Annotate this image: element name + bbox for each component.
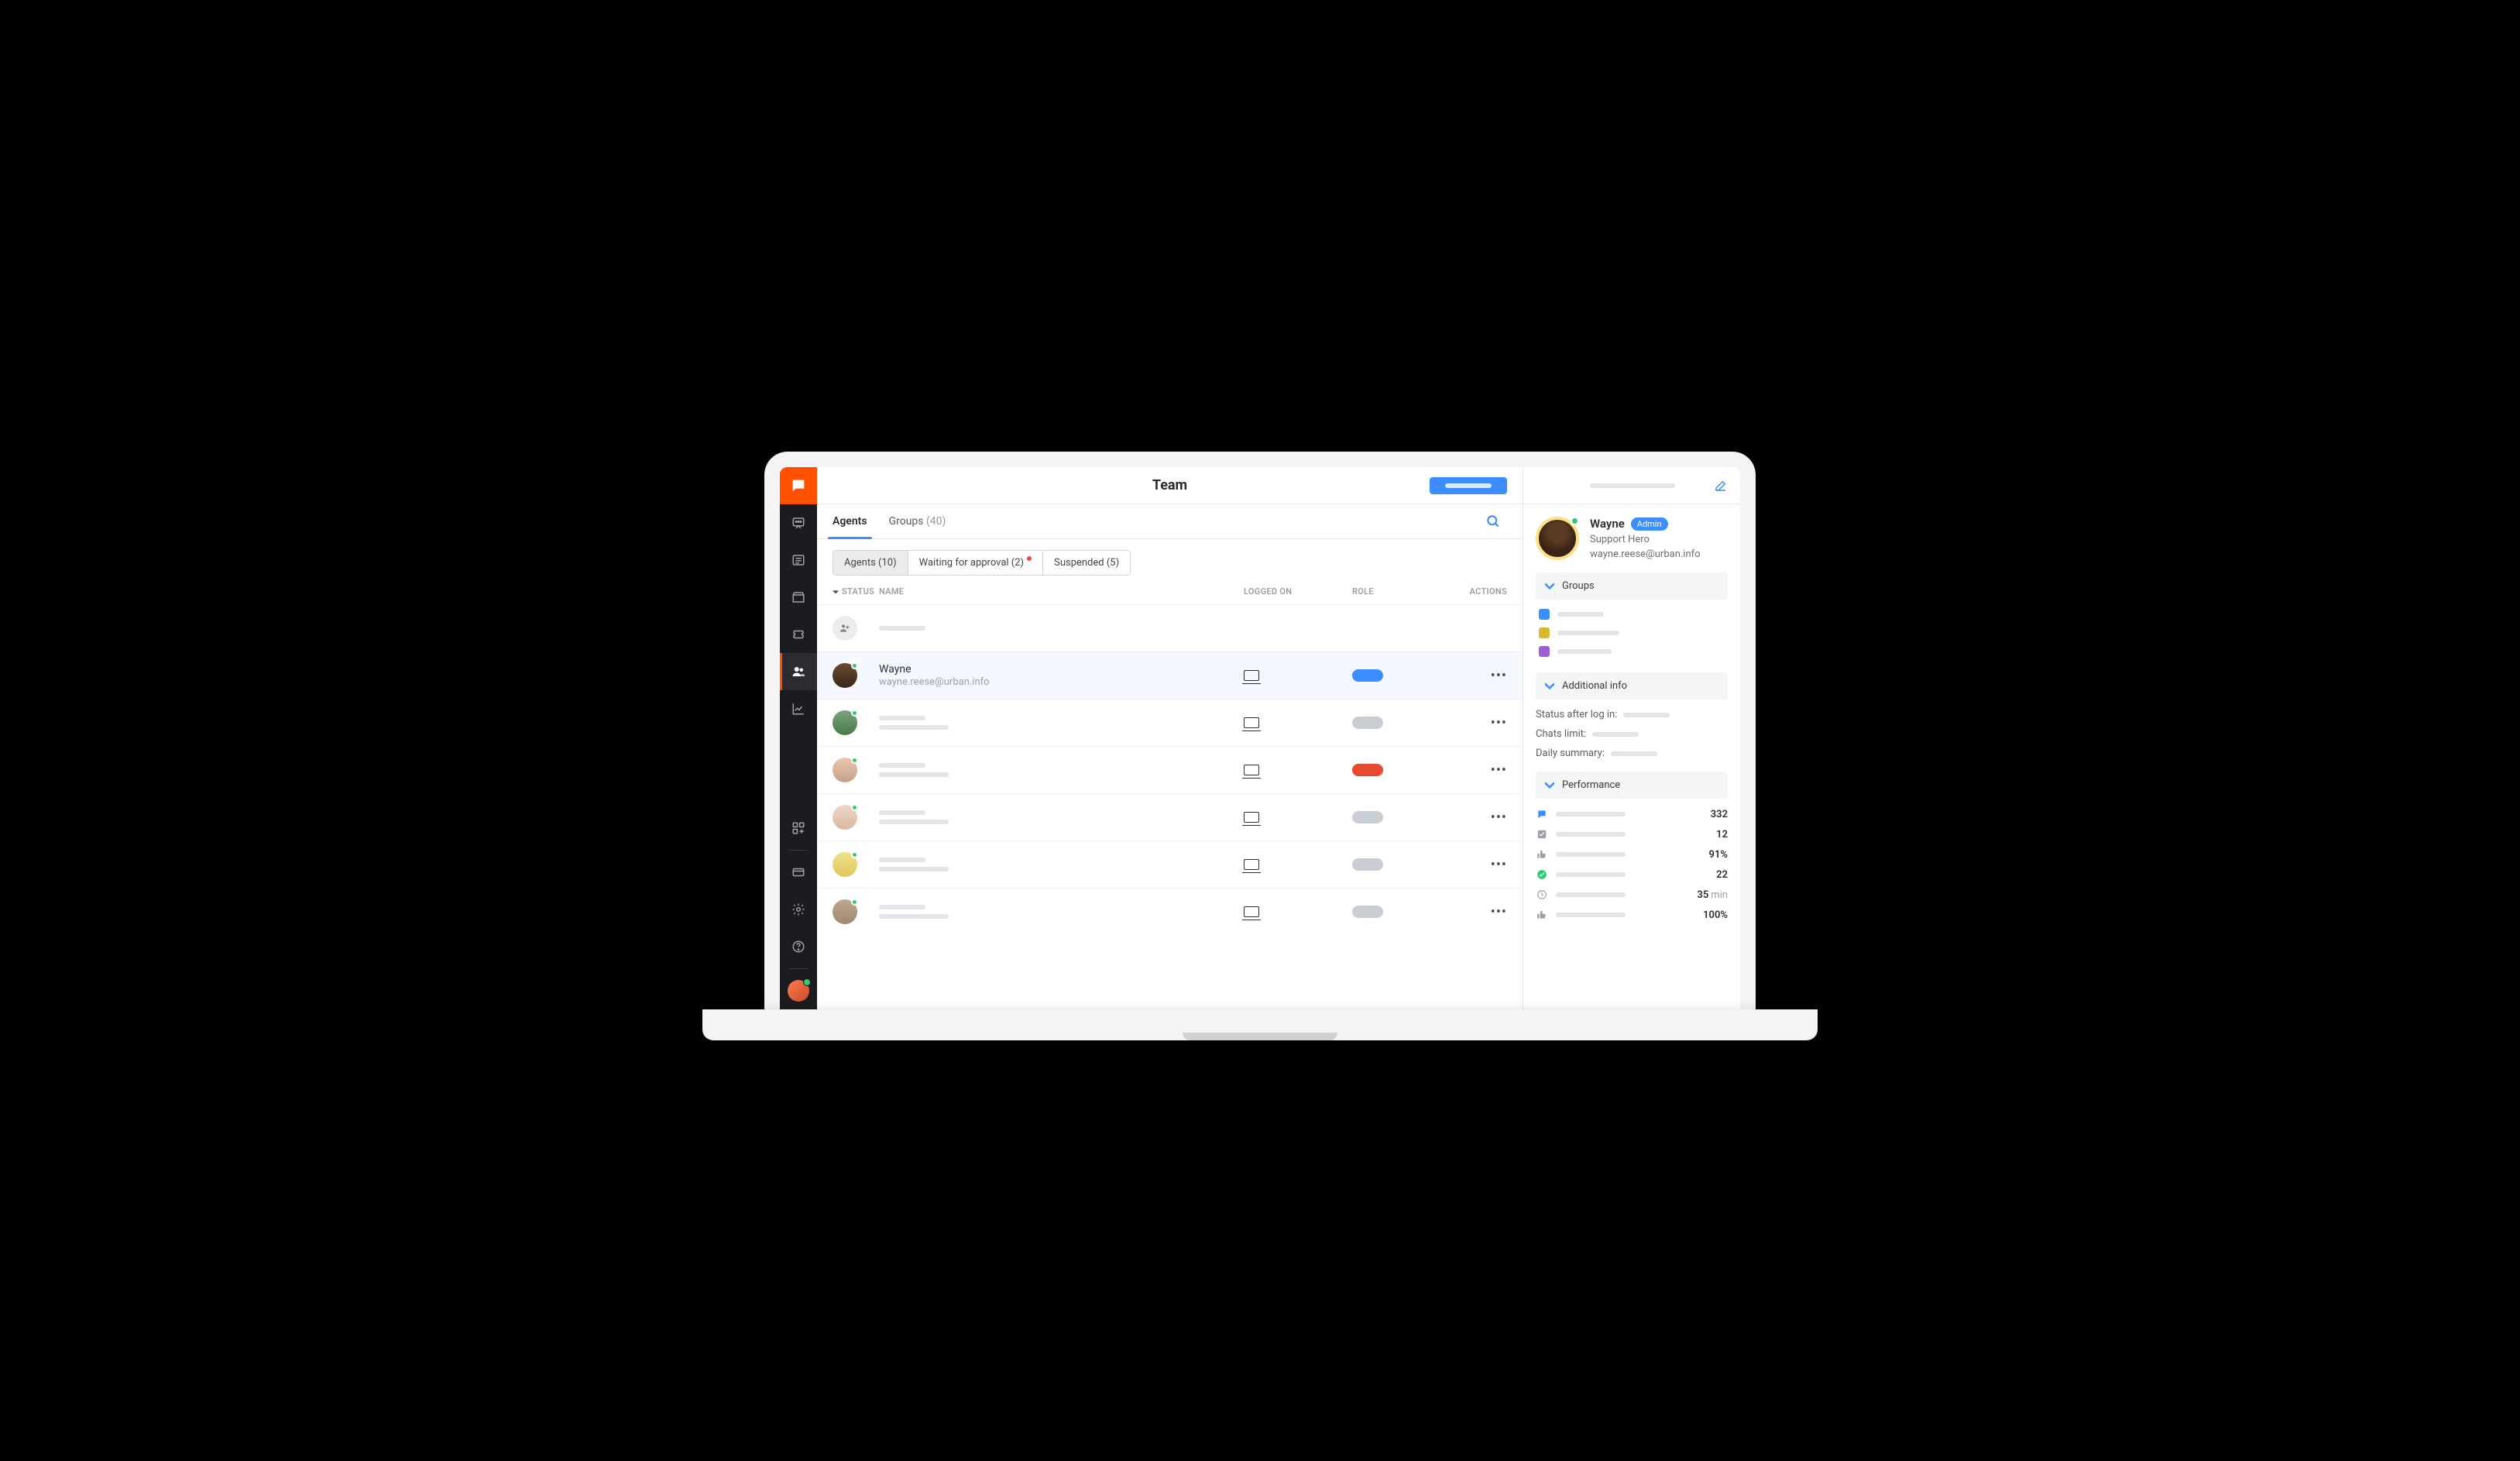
nav-archive-icon[interactable] xyxy=(780,579,817,616)
avatar xyxy=(833,805,857,830)
agent-name: Wayne xyxy=(879,663,1244,675)
profile-avatar xyxy=(1536,517,1579,560)
header-primary-button[interactable] xyxy=(1430,477,1507,494)
status-online-icon xyxy=(851,662,858,669)
filter-segment: Agents (10) Waiting for approval (2) Sus… xyxy=(833,550,1131,576)
section-performance[interactable]: Performance xyxy=(1536,772,1728,799)
info-daily-summary: Daily summary: xyxy=(1536,748,1728,759)
role-pill xyxy=(1352,669,1383,682)
perf-row: 12 xyxy=(1536,828,1728,841)
role-pill xyxy=(1352,858,1383,871)
profile-name: Wayne xyxy=(1590,517,1625,531)
role-pill xyxy=(1352,811,1383,823)
row-actions-icon[interactable]: ••• xyxy=(1491,762,1507,779)
col-role-header[interactable]: ROLE xyxy=(1352,586,1445,596)
avatar xyxy=(833,710,857,735)
check-circle-icon xyxy=(1536,868,1548,881)
device-laptop-icon xyxy=(1244,670,1259,681)
add-agent-icon xyxy=(833,616,857,641)
agent-email: wayne.reese@urban.info xyxy=(879,676,1244,688)
app-logo[interactable] xyxy=(780,467,817,504)
tab-groups[interactable]: Groups (40) xyxy=(889,504,946,538)
chevron-down-icon xyxy=(1545,582,1554,591)
device-laptop-icon xyxy=(1244,812,1259,823)
chevron-down-icon xyxy=(1545,682,1554,691)
main-content: Team Agents Groups (40) Agents (10) Wait… xyxy=(817,467,1523,1009)
table-row[interactable]: ••• xyxy=(817,746,1523,793)
side-navigation xyxy=(780,467,817,1009)
nav-billing-icon[interactable] xyxy=(780,854,817,891)
perf-row: 22 xyxy=(1536,868,1728,881)
row-actions-icon[interactable]: ••• xyxy=(1491,904,1507,920)
row-actions-icon[interactable]: ••• xyxy=(1491,810,1507,826)
row-actions-icon[interactable]: ••• xyxy=(1491,715,1507,731)
chevron-down-icon xyxy=(1545,781,1554,790)
perf-row: 100% xyxy=(1536,909,1728,921)
nav-apps-icon[interactable] xyxy=(780,810,817,847)
nav-list-icon[interactable] xyxy=(780,541,817,579)
edit-icon[interactable] xyxy=(1714,479,1728,493)
nav-profile-avatar[interactable] xyxy=(788,980,809,1002)
thumbs-up-icon xyxy=(1536,848,1548,861)
table-row[interactable]: ••• xyxy=(817,841,1523,888)
filter-agents[interactable]: Agents (10) xyxy=(833,551,908,575)
section-additional-info[interactable]: Additional info xyxy=(1536,672,1728,700)
role-pill xyxy=(1352,764,1383,776)
profile-email: wayne.reese@urban.info xyxy=(1590,548,1701,560)
device-laptop-icon xyxy=(1244,906,1259,917)
detail-title-placeholder xyxy=(1590,483,1675,488)
profile-role: Support Hero xyxy=(1590,534,1701,545)
detail-panel: Wayne Admin Support Hero wayne.reese@urb… xyxy=(1523,467,1740,1009)
info-status-after-login: Status after log in: xyxy=(1536,709,1728,720)
table-header: STATUS NAME LOGGED ON ROLE ACTIONS xyxy=(817,582,1523,604)
table-row[interactable]: ••• xyxy=(817,699,1523,746)
perf-row: 332 xyxy=(1536,808,1728,820)
thumbs-up-icon xyxy=(1536,909,1548,921)
avatar xyxy=(833,663,857,688)
sort-status[interactable]: STATUS xyxy=(833,586,879,596)
admin-badge: Admin xyxy=(1631,517,1668,531)
row-actions-icon[interactable]: ••• xyxy=(1491,668,1507,684)
group-item[interactable] xyxy=(1536,646,1728,657)
filter-waiting[interactable]: Waiting for approval (2) xyxy=(908,551,1043,575)
perf-row: 35min xyxy=(1536,889,1728,901)
device-laptop-icon xyxy=(1244,765,1259,775)
status-online-icon xyxy=(1571,517,1579,525)
perf-row: 91% xyxy=(1536,848,1728,861)
col-actions-header: ACTIONS xyxy=(1445,586,1507,596)
search-icon[interactable] xyxy=(1479,507,1507,535)
section-groups[interactable]: Groups xyxy=(1536,572,1728,600)
table-row[interactable]: Wayne wayne.reese@urban.info ••• xyxy=(817,651,1523,699)
checkbox-icon xyxy=(1536,828,1548,841)
role-pill xyxy=(1352,717,1383,729)
nav-settings-icon[interactable] xyxy=(780,891,817,928)
device-laptop-icon xyxy=(1244,717,1259,728)
nav-team-icon[interactable] xyxy=(780,653,817,690)
nav-help-icon[interactable] xyxy=(780,928,817,965)
device-laptop-icon xyxy=(1244,859,1259,870)
group-item[interactable] xyxy=(1536,627,1728,638)
clock-icon xyxy=(1536,889,1548,901)
avatar xyxy=(833,899,857,924)
nav-tickets-icon[interactable] xyxy=(780,616,817,653)
row-actions-icon[interactable]: ••• xyxy=(1491,857,1507,873)
table-row[interactable]: ••• xyxy=(817,793,1523,841)
info-chats-limit: Chats limit: xyxy=(1536,728,1728,740)
role-pill xyxy=(1352,906,1383,918)
add-agent-row[interactable] xyxy=(817,604,1523,651)
nav-reports-icon[interactable] xyxy=(780,690,817,727)
col-name-header[interactable]: NAME xyxy=(879,586,1244,596)
tab-agents[interactable]: Agents xyxy=(833,504,867,538)
notification-dot-icon xyxy=(1027,556,1032,561)
avatar xyxy=(833,852,857,877)
chat-bubble-icon xyxy=(1536,808,1548,820)
col-logged-header[interactable]: LOGGED ON xyxy=(1244,586,1352,596)
avatar xyxy=(833,758,857,782)
filter-suspended[interactable]: Suspended (5) xyxy=(1043,551,1130,575)
nav-chats-icon[interactable] xyxy=(780,504,817,541)
group-item[interactable] xyxy=(1536,609,1728,620)
table-row[interactable]: ••• xyxy=(817,888,1523,935)
page-title: Team xyxy=(1152,477,1187,493)
